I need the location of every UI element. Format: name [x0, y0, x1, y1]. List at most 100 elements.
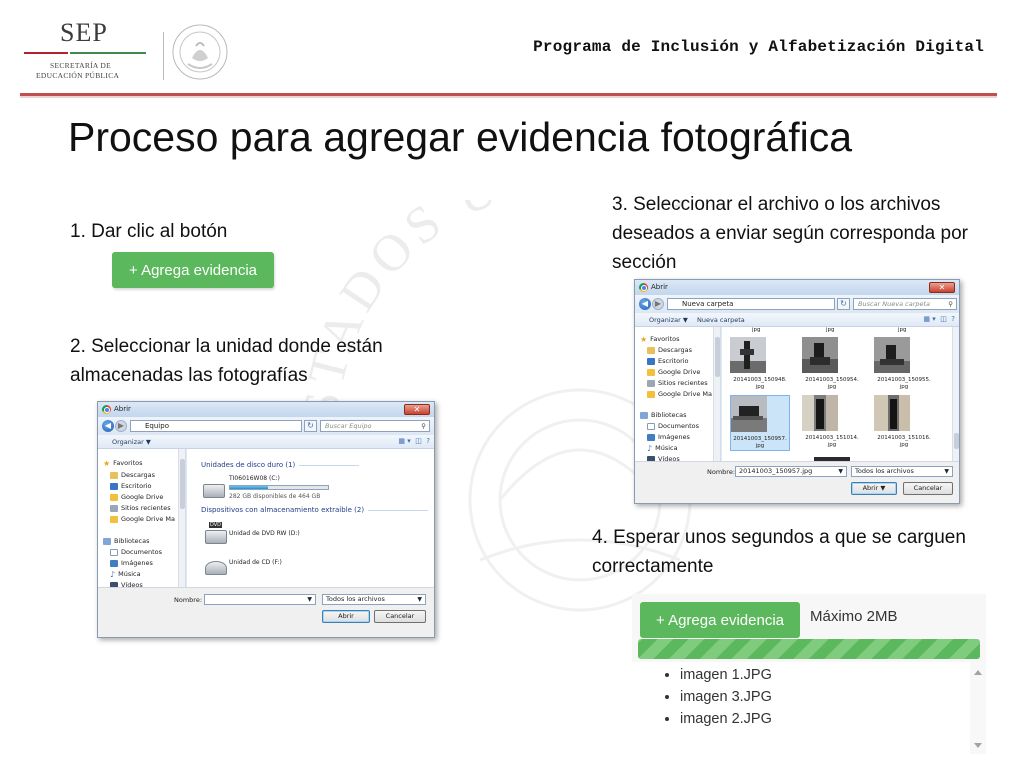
nav-favorites[interactable]: ★ Favoritos [640, 335, 680, 343]
filename-input[interactable]: 20141003_150957.jpg ▼ [735, 466, 847, 477]
hard-drive-icon[interactable] [203, 484, 225, 498]
refresh-icon[interactable]: ↻ [304, 420, 317, 432]
scroll-thumb[interactable] [715, 337, 720, 377]
sep-subtitle-2: EDUCACIÓN PÚBLICA [36, 71, 120, 80]
view-icons[interactable]: ▦ ▾ ◫ ? [923, 315, 955, 323]
scroll-up-icon[interactable] [974, 670, 982, 675]
cancel-button[interactable]: Cancelar [903, 482, 953, 495]
navigation-pane: ★ Favoritos Descargas Escritorio Google D… [98, 449, 186, 589]
file-thumbnail[interactable]: 20141003_151014. jpg [802, 395, 862, 449]
nav-item[interactable]: Documentos [647, 422, 699, 430]
nav-item[interactable]: Escritorio [647, 357, 689, 365]
scroll-thumb[interactable] [954, 433, 959, 449]
nav-item[interactable]: Google Drive Ma [647, 390, 712, 398]
forward-arrow-icon[interactable]: ▶ [115, 420, 127, 432]
organize-menu[interactable]: Organizar ▼ [649, 316, 688, 324]
view-icons[interactable]: ▦ ▾ ◫ ? [398, 437, 430, 445]
nav-item[interactable]: Escritorio [110, 482, 152, 490]
dvd-drive-icon[interactable] [205, 522, 227, 544]
nav-label: Imágenes [121, 559, 153, 567]
address-bar: ◀ ▶ Equipo ↻ Buscar Equipo ⚲ [98, 417, 434, 435]
open-button[interactable]: Abrir [322, 610, 370, 623]
nav-item[interactable]: ♪ Música [110, 570, 141, 578]
section-hard-drives: Unidades de disco duro (1) [201, 461, 360, 469]
filename-input[interactable]: ▼ [204, 594, 316, 605]
organize-menu[interactable]: Organizar ▼ [112, 438, 151, 446]
sep-logo: SEP SECRETARÍA DE EDUCACIÓN PÚBLICA [20, 14, 228, 80]
dropdown-arrow-icon: ▼ [417, 596, 422, 603]
file-type-select[interactable]: Todos los archivos ▼ [851, 466, 953, 477]
nav-scrollbar[interactable] [178, 449, 185, 589]
list-scrollbar[interactable] [970, 662, 986, 754]
nav-item[interactable]: Documentos [110, 548, 162, 556]
file-name: 20141003_151016. jpg [877, 435, 931, 448]
nav-libraries[interactable]: Bibliotecas [103, 537, 149, 545]
path-label: Nueva carpeta [682, 300, 734, 308]
sep-subtitle-1: SECRETARÍA DE [50, 61, 112, 70]
search-icon: ⚲ [421, 422, 426, 430]
file-type-value: Todos los archivos [326, 595, 385, 603]
drive-f-name[interactable]: Unidad de CD (F:) [229, 559, 282, 566]
nav-item[interactable]: Google Drive [647, 368, 700, 376]
refresh-icon[interactable]: ↻ [837, 298, 850, 310]
drive-c-name[interactable]: TI06016W08 (C:) [229, 475, 280, 482]
dropdown-arrow-icon: ▼ [307, 596, 312, 603]
music-icon: ♪ [647, 443, 653, 453]
dropdown-arrow-icon: ▼ [838, 468, 843, 475]
add-evidence-button[interactable]: + Agrega evidencia [112, 252, 274, 288]
file-thumbnail-selected[interactable]: 20141003_150957. jpg [730, 395, 790, 451]
nav-item[interactable]: Descargas [110, 471, 155, 479]
forward-arrow-icon[interactable]: ▶ [652, 298, 664, 310]
navigation-pane: ★ Favoritos Descargas Escritorio Google D… [635, 327, 721, 463]
new-folder-button[interactable]: Nueva carpeta [697, 316, 745, 324]
nav-item[interactable]: ♪ Música [647, 444, 678, 452]
nav-item[interactable]: Descargas [647, 346, 692, 354]
files-scrollbar[interactable] [952, 327, 959, 463]
add-evidence-button[interactable]: + Agrega evidencia [640, 602, 800, 638]
cd-drive-icon[interactable] [205, 561, 227, 575]
close-icon[interactable]: ✕ [929, 282, 955, 293]
cancel-button[interactable]: Cancelar [374, 610, 426, 623]
nav-item[interactable]: Imágenes [110, 559, 153, 567]
back-arrow-icon[interactable]: ◀ [102, 420, 114, 432]
scroll-thumb[interactable] [180, 459, 185, 509]
path-box[interactable]: Equipo [130, 420, 302, 432]
file-type-select[interactable]: Todos los archivos ▼ [322, 594, 426, 605]
path-box[interactable]: Nueva carpeta [667, 298, 835, 310]
file-thumbnail[interactable]: 20141003_150948. jpg [730, 337, 790, 391]
file-thumbnail[interactable]: 20141003_150955. jpg [874, 337, 934, 391]
file-name: 20141003_150954. jpg [805, 377, 859, 390]
open-button[interactable]: Abrir ▼ [851, 482, 897, 495]
filename-value: 20141003_150957.jpg [739, 467, 813, 475]
libraries-icon [640, 411, 648, 419]
search-input[interactable]: Buscar Nueva carpeta ⚲ [853, 298, 957, 310]
scroll-down-icon[interactable] [974, 743, 982, 748]
close-icon[interactable]: ✕ [404, 404, 430, 415]
nav-item[interactable]: Google Drive Ma [110, 515, 175, 523]
search-input[interactable]: Buscar Equipo ⚲ [320, 420, 430, 432]
search-icon: ⚲ [948, 300, 953, 308]
desktop-icon [110, 482, 118, 490]
nav-item[interactable]: Sitios recientes [647, 379, 708, 387]
back-arrow-icon[interactable]: ◀ [639, 298, 651, 310]
nav-item[interactable]: Imágenes [647, 433, 690, 441]
music-icon: ♪ [110, 569, 116, 579]
nav-item[interactable]: Sitios recientes [110, 504, 171, 512]
nav-libraries[interactable]: Bibliotecas [640, 411, 686, 419]
file-caption-cut: jpg [826, 327, 835, 333]
search-placeholder: Buscar Equipo [325, 422, 372, 430]
file-thumbnail[interactable]: 20141003_151016. jpg [874, 395, 934, 449]
nav-scrollbar[interactable] [713, 327, 720, 463]
file-thumbnail[interactable]: 20141003_150954. jpg [802, 337, 862, 391]
libraries-icon [103, 537, 111, 545]
nav-item[interactable]: Google Drive [110, 493, 163, 501]
pictures-icon [647, 433, 655, 441]
step-3-text: 3. Seleccionar el archivo o los archivos… [612, 194, 968, 273]
downloads-icon [647, 346, 655, 354]
nav-label: Descargas [658, 346, 693, 354]
dialog-bottom-bar: Nombre: 20141003_150957.jpg ▼ Todos los a… [635, 461, 959, 503]
photo-thumbnail-icon [731, 396, 767, 432]
nav-favorites[interactable]: ★ Favoritos [103, 459, 143, 467]
chrome-icon [102, 405, 111, 414]
drive-d-name[interactable]: Unidad de DVD RW (D:) [229, 530, 300, 537]
